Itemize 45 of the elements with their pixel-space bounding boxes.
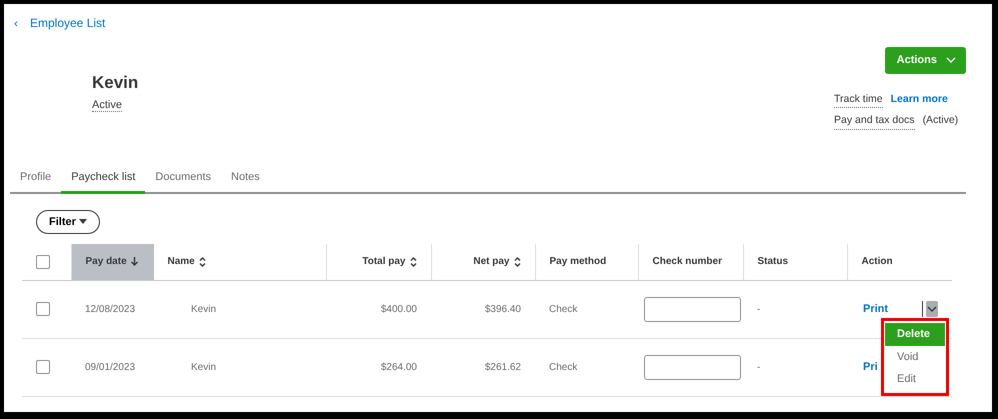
employee-name: Kevin [92,74,138,93]
menu-item[interactable]: Delete [885,323,945,346]
tab[interactable]: Notes [221,165,270,194]
column-header[interactable]: Name [168,254,206,270]
table-cell: Kevin [191,362,216,372]
tab[interactable]: Paycheck list [61,165,146,194]
arrow-down-icon [130,257,138,266]
tab[interactable]: Documents [145,165,222,194]
learn-more-link[interactable]: Learn more [890,92,948,108]
select-all-checkbox[interactable] [36,254,50,269]
column-header[interactable]: Status [758,254,788,270]
table-cell: Check [549,362,578,372]
row-checkbox[interactable] [36,360,50,374]
column-header[interactable]: Total pay [362,254,416,270]
table-cell: $261.62 [484,362,521,372]
check-number-field[interactable] [644,354,741,380]
link[interactable]: Pay and tax docs [834,113,915,130]
table-cell: - [757,362,760,372]
chevron-down-icon [946,57,956,64]
column-header[interactable]: Check number [652,254,722,270]
table-cell: $400.00 [380,304,417,314]
column-header[interactable]: Pay method [550,254,606,270]
check-number-field[interactable] [644,296,741,322]
table-cell: Check [549,304,578,314]
table-cell: 09/01/2023 [85,362,136,372]
chevron-down-icon [926,306,937,312]
table-cell: Kevin [191,304,216,314]
employee-status: Active [92,98,122,112]
row-checkbox[interactable] [36,302,50,316]
filter-button[interactable]: Filter [36,210,100,234]
tab[interactable]: Profile [10,165,62,194]
table-cell: 12/08/2023 [85,304,136,314]
back-link[interactable]: ‹ Employee List [14,14,138,32]
link[interactable]: Track time [834,92,883,108]
table-cell: $264.00 [380,362,417,372]
caret-down-icon [78,219,87,224]
column-header[interactable]: Action [862,254,893,270]
table-cell: - [757,304,760,314]
actions-button[interactable]: Actions [884,47,966,74]
column-header[interactable]: Net pay [473,254,520,270]
menu-toggle-button[interactable] [926,301,938,317]
status-text: (Active) [922,113,958,128]
print-link[interactable]: Pri [863,358,878,376]
table-cell: $396.40 [484,304,521,314]
print-link[interactable]: Print [863,300,888,318]
